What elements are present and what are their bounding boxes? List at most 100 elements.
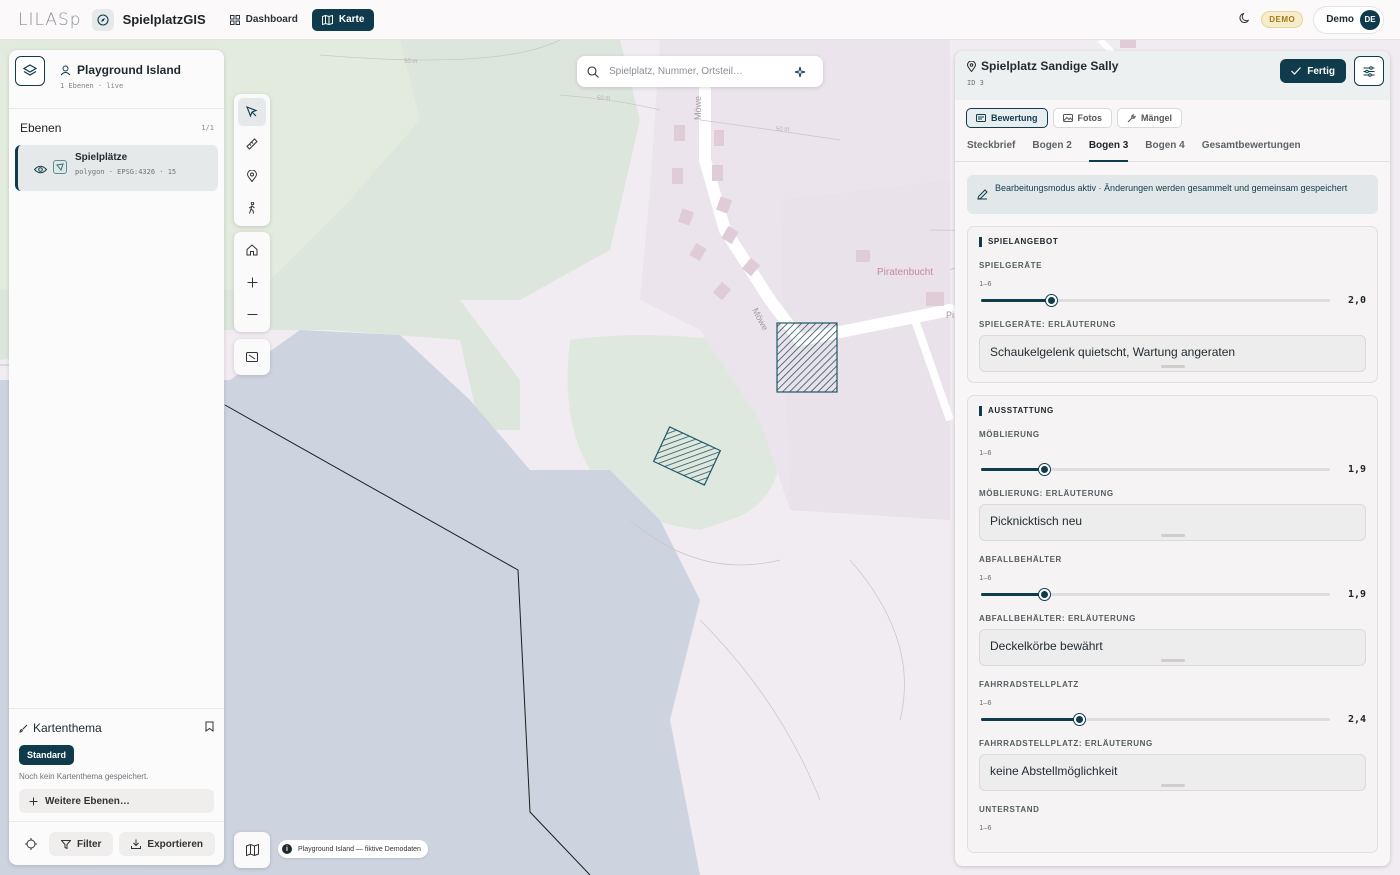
playground-id: ID 3: [967, 79, 984, 87]
download-icon: [131, 839, 142, 849]
walking-person-icon: [248, 202, 255, 214]
plus-icon: [247, 277, 257, 287]
search-icon: [587, 65, 599, 78]
note-textarea[interactable]: keine Abstellmöglichkeit: [979, 754, 1366, 791]
layers-heading: Ebenen: [20, 121, 62, 135]
locate-icon[interactable]: [19, 838, 43, 850]
basemap-tools: [234, 832, 270, 868]
slider-fill: [981, 717, 1079, 721]
rating-slider[interactable]: [981, 294, 1330, 306]
compass-icon[interactable]: [91, 8, 114, 31]
user-name: Demo: [1326, 14, 1354, 25]
pin-icon: [967, 60, 976, 72]
walk-tool-button[interactable]: [238, 194, 266, 222]
chip-fotos[interactable]: Fotos: [1052, 108, 1113, 128]
export-button[interactable]: Exportieren: [119, 832, 215, 856]
resize-grip[interactable]: [1160, 534, 1185, 537]
avatar: DE: [1360, 9, 1380, 30]
note-textarea[interactable]: Deckelkörbe bewährt: [979, 629, 1366, 666]
home-button[interactable]: [238, 236, 266, 264]
export-label: Exportieren: [147, 838, 203, 850]
done-button[interactable]: Fertig: [1280, 59, 1346, 83]
frame-icon: [246, 352, 258, 362]
rating-slider[interactable]: [981, 713, 1330, 725]
note-textarea[interactable]: Schaukelgelenk quietscht, Wartung angera…: [979, 335, 1366, 372]
project-title: Playground Island: [77, 63, 182, 77]
project-subtitle: 1 Ebenen · live: [60, 82, 124, 90]
chip-bewertung-label: Bewertung: [991, 113, 1038, 123]
chip-maengel[interactable]: Mängel: [1117, 108, 1183, 128]
contour-label: 50 m: [776, 127, 789, 133]
done-label: Fertig: [1307, 65, 1335, 77]
filter-button[interactable]: Filter: [48, 832, 114, 856]
dark-mode-toggle-icon[interactable]: [1239, 11, 1251, 29]
rating-slider[interactable]: [981, 588, 1330, 600]
settings-button[interactable]: [1354, 56, 1384, 86]
section-title: SPIELANGEBOT: [979, 237, 1366, 247]
sparkle-icon[interactable]: [794, 66, 806, 78]
visibility-eye-icon[interactable]: [33, 161, 48, 179]
nav-karte-label: Karte: [338, 14, 365, 25]
map-icon: [245, 844, 259, 856]
zoom-tools: [234, 232, 270, 332]
field-label: MÖBLIERUNG: ERLÄUTERUNG: [979, 489, 1114, 498]
marker-tool-button[interactable]: [238, 162, 266, 190]
basemap-button[interactable]: [238, 836, 266, 864]
playground-title: Spielplatz Sandige Sally: [981, 59, 1119, 73]
slider-fill: [981, 298, 1051, 302]
tab-gesamtbewertungen[interactable]: Gesamtbewertungen: [1202, 140, 1301, 161]
zoom-out-button[interactable]: [238, 300, 266, 328]
search-input[interactable]: [609, 66, 794, 77]
chip-bewertung[interactable]: Bewertung: [966, 108, 1048, 128]
edit-icon: [977, 189, 988, 200]
note-text: Picknicktisch neu: [990, 514, 1083, 528]
resize-grip[interactable]: [1160, 784, 1185, 787]
theme-standard-button[interactable]: Standard: [19, 745, 75, 765]
pin-icon: [247, 170, 257, 182]
slider-knob[interactable]: [1045, 294, 1057, 306]
extent-tools: [234, 339, 270, 375]
wrench-icon: [1127, 113, 1137, 122]
map-tools: [234, 94, 270, 226]
field-label: UNTERSTAND: [979, 805, 1040, 814]
note-textarea[interactable]: Picknicktisch neu: [979, 504, 1366, 541]
polygon-type-icon: [53, 160, 67, 174]
more-layers-button[interactable]: Weitere Ebenen…: [19, 789, 214, 813]
nav-dashboard-button[interactable]: Dashboard: [220, 9, 308, 31]
bookmark-icon[interactable]: [205, 719, 214, 737]
tab-steckbrief[interactable]: Steckbrief: [967, 140, 1015, 161]
zoom-in-button[interactable]: [238, 268, 266, 296]
plus-icon: [29, 797, 38, 805]
range-label: 1–6: [979, 280, 992, 288]
playground-polygon-selected: [776, 322, 838, 393]
top-bar: LILASp SpielplatzGIS Dashboard Karte DEM…: [0, 0, 1400, 40]
home-icon: [246, 244, 258, 256]
tab-bogen-3[interactable]: Bogen 3: [1088, 140, 1129, 162]
field-label: MÖBLIERUNG: [979, 430, 1040, 439]
resize-grip[interactable]: [1160, 659, 1185, 662]
select-tool-button[interactable]: [238, 98, 266, 126]
nav-karte-button[interactable]: Karte: [311, 8, 375, 31]
theme-note: Noch kein Kartenthema gespeichert.: [19, 772, 149, 781]
tab-bogen-2[interactable]: Bogen 2: [1032, 140, 1071, 161]
demo-badge: DEMO: [1261, 11, 1304, 28]
layer-meta: polygon · EPSG:4326 · 15: [75, 168, 177, 176]
layer-item-spielplaetze[interactable]: Spielplätze polygon · EPSG:4326 · 15: [15, 145, 218, 191]
tab-bogen-4[interactable]: Bogen 4: [1145, 140, 1184, 161]
logo[interactable]: LILASp: [18, 10, 82, 30]
rating-slider[interactable]: [981, 463, 1330, 475]
slider-knob[interactable]: [1073, 713, 1085, 725]
slider-knob[interactable]: [1038, 588, 1050, 600]
slider-knob[interactable]: [1038, 463, 1050, 475]
street-label: Pi: [946, 310, 954, 320]
note-text: Deckelkörbe bewährt: [990, 639, 1103, 653]
field-label: SPIELGERÄTE: ERLÄUTERUNG: [979, 320, 1117, 329]
user-menu[interactable]: Demo DE: [1313, 5, 1384, 34]
info-icon[interactable]: i: [282, 844, 292, 854]
layers-toggle-button[interactable]: [15, 56, 45, 86]
filter-label: Filter: [76, 838, 102, 850]
resize-grip[interactable]: [1160, 365, 1185, 368]
measure-tool-button[interactable]: [238, 130, 266, 158]
fit-extent-button[interactable]: [238, 343, 266, 371]
range-label: 1–6: [979, 449, 992, 457]
